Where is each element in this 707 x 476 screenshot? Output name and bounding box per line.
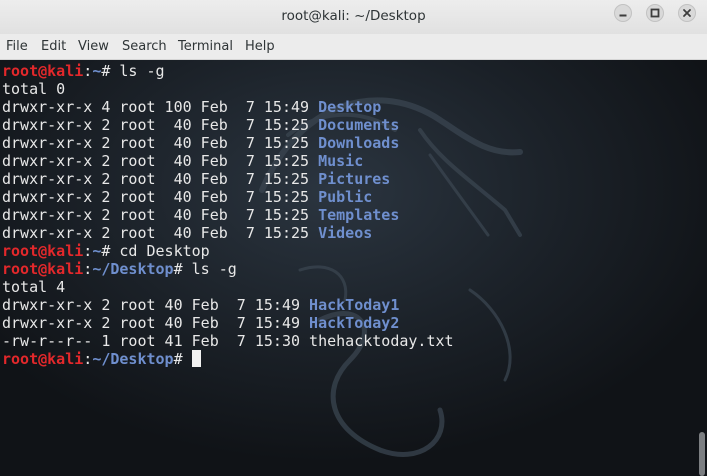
prompt-line: root@kali:~# ls -g	[2, 62, 165, 80]
directory-name: Videos	[318, 224, 373, 242]
scrollbar-thumb[interactable]	[699, 432, 705, 476]
prompt-user: root@kali	[2, 350, 84, 368]
prompt-separator: :	[83, 62, 93, 80]
prompt-line: root@kali:~# cd Desktop	[2, 242, 210, 260]
listing-row: drwxr-xr-x 2 root 40 Feb 7 15:25 Templat…	[2, 206, 399, 224]
prompt-symbol: #	[101, 242, 120, 260]
prompt-user: root@kali	[2, 260, 84, 278]
directory-name: HackToday2	[309, 314, 400, 332]
listing-row: drwxr-xr-x 2 root 40 Feb 7 15:25 Picture…	[2, 170, 390, 188]
command-text: ls -g	[119, 62, 165, 80]
directory-name: Documents	[318, 116, 400, 134]
menu-view[interactable]: View	[78, 39, 109, 55]
command-text: cd Desktop	[119, 242, 210, 260]
file-meta: drwxr-xr-x 2 root 40 Feb 7 15:25	[2, 224, 319, 242]
listing-row: drwxr-xr-x 2 root 40 Feb 7 15:49 HackTod…	[2, 314, 399, 332]
prompt-symbol: #	[101, 62, 120, 80]
directory-name: Pictures	[318, 170, 391, 188]
file-meta: drwxr-xr-x 2 root 40 Feb 7 15:49	[2, 296, 310, 314]
minimize-button[interactable]	[614, 4, 632, 22]
directory-name: Templates	[318, 206, 400, 224]
window-title: root@kali: ~/Desktop	[281, 8, 426, 24]
prompt-user: root@kali	[2, 242, 84, 260]
menu-bar: File Edit View Search Terminal Help	[0, 34, 707, 60]
listing-row: drwxr-xr-x 2 root 40 Feb 7 15:25 Downloa…	[2, 134, 399, 152]
listing-row: drwxr-xr-x 2 root 40 Feb 7 15:25 Music	[2, 152, 363, 170]
listing-row: drwxr-xr-x 2 root 40 Feb 7 15:25 Public	[2, 188, 372, 206]
listing-row: drwxr-xr-x 4 root 100 Feb 7 15:49 Deskto…	[2, 98, 381, 116]
listing-row: drwxr-xr-x 2 root 40 Feb 7 15:25 Videos	[2, 224, 372, 242]
file-meta: drwxr-xr-x 2 root 40 Feb 7 15:25	[2, 116, 319, 134]
directory-name: Public	[318, 188, 373, 206]
prompt-separator: :	[83, 260, 93, 278]
command-text: ls -g	[191, 260, 237, 278]
listing-row: drwxr-xr-x 2 root 40 Feb 7 15:25 Documen…	[2, 116, 399, 134]
terminal-scrollbar[interactable]	[693, 60, 707, 476]
prompt-path: ~/Desktop	[92, 350, 174, 368]
prompt-user: root@kali	[2, 62, 84, 80]
maximize-button[interactable]	[646, 4, 664, 22]
file-name: thehacktoday.txt	[309, 332, 454, 350]
prompt-separator: :	[83, 350, 93, 368]
prompt-symbol: #	[173, 260, 192, 278]
directory-name: Music	[318, 152, 364, 170]
menu-help[interactable]: Help	[245, 39, 275, 55]
file-meta: drwxr-xr-x 2 root 40 Feb 7 15:49	[2, 314, 310, 332]
menu-search[interactable]: Search	[122, 39, 167, 55]
maximize-icon	[650, 8, 660, 18]
prompt-line: root@kali:~/Desktop# ls -g	[2, 260, 237, 278]
menu-terminal[interactable]: Terminal	[178, 39, 233, 55]
prompt-symbol: #	[173, 350, 192, 368]
text-cursor	[191, 350, 201, 367]
file-meta: -rw-r--r-- 1 root 41 Feb 7 15:30	[2, 332, 310, 350]
listing-row: -rw-r--r-- 1 root 41 Feb 7 15:30 thehack…	[2, 332, 454, 350]
directory-name: Desktop	[318, 98, 382, 116]
file-meta: drwxr-xr-x 2 root 40 Feb 7 15:25	[2, 170, 319, 188]
directory-name: Downloads	[318, 134, 400, 152]
file-meta: drwxr-xr-x 2 root 40 Feb 7 15:25	[2, 188, 319, 206]
file-meta: drwxr-xr-x 2 root 40 Feb 7 15:25	[2, 134, 319, 152]
output-total: total 0	[2, 80, 66, 98]
prompt-separator: :	[83, 242, 93, 260]
terminal-window: root@kali: ~/Desktop File Edit View Sear…	[0, 0, 707, 476]
file-meta: drwxr-xr-x 2 root 40 Feb 7 15:25	[2, 152, 319, 170]
file-meta: drwxr-xr-x 4 root 100 Feb 7 15:49	[2, 98, 319, 116]
file-meta: drwxr-xr-x 2 root 40 Feb 7 15:25	[2, 206, 319, 224]
output-total: total 4	[2, 278, 66, 296]
listing-row: drwxr-xr-x 2 root 40 Feb 7 15:49 HackTod…	[2, 296, 399, 314]
terminal-output[interactable]: root@kali:~# ls -g total 0 drwxr-xr-x 4 …	[0, 60, 707, 476]
menu-edit[interactable]: Edit	[41, 39, 66, 55]
title-bar[interactable]: root@kali: ~/Desktop	[0, 0, 707, 35]
close-button[interactable]	[678, 4, 696, 22]
close-icon	[683, 9, 691, 17]
menu-file[interactable]: File	[6, 39, 28, 55]
prompt-path: ~	[92, 62, 102, 80]
prompt-path: ~/Desktop	[92, 260, 174, 278]
prompt-path: ~	[92, 242, 102, 260]
minimize-icon	[619, 14, 627, 17]
directory-name: HackToday1	[309, 296, 400, 314]
prompt-line: root@kali:~/Desktop#	[2, 350, 201, 368]
